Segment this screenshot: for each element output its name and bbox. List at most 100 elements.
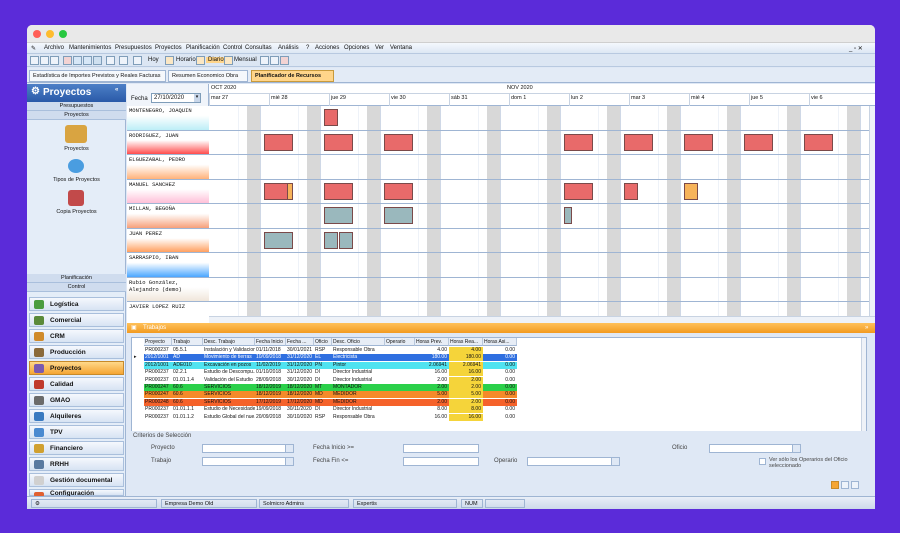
scheduler-hscroll[interactable]	[209, 316, 875, 323]
table-row[interactable]: PR000237 01.01.1.2 Estudio Global del nue.…	[144, 413, 517, 421]
trabajo-input[interactable]	[202, 457, 292, 466]
print-icon[interactable]	[106, 56, 115, 65]
menu-acciones[interactable]: Acciones	[315, 45, 339, 51]
trabajos-collapse-icon[interactable]: ▣	[131, 323, 137, 333]
resource-row[interactable]: SARRASPIO, IBAN	[127, 253, 209, 278]
delete-icon[interactable]	[63, 56, 72, 65]
column-header[interactable]: Oficio	[314, 338, 332, 346]
settings-icon[interactable]	[270, 56, 279, 65]
schedule-event[interactable]	[324, 109, 338, 126]
schedule-event[interactable]	[384, 182, 413, 200]
column-header[interactable]: Desc. Trabajo	[203, 338, 255, 346]
tab-resumen-economico[interactable]: Resumen Economico Obra	[168, 70, 248, 82]
tab-estadistica[interactable]: Estadística de Importes Previstos y Real…	[29, 70, 166, 82]
menu-consultas[interactable]: Consultas	[245, 45, 272, 51]
minimize-window-button[interactable]	[46, 30, 54, 38]
schedule-event[interactable]	[384, 133, 413, 151]
module-produccion[interactable]: Producción	[29, 345, 124, 359]
resource-row[interactable]: Rubio González, Alejandro (demo)	[127, 277, 209, 302]
zoom-in-icon[interactable]	[119, 56, 128, 65]
tipos-proyectos-icon[interactable]	[68, 159, 84, 173]
table-row[interactable]: PR000247 60.6 SERVICIOS 18/12/2019 18/12/202…	[144, 384, 517, 391]
operario-search-icon[interactable]	[611, 457, 620, 466]
column-header[interactable]: Trabajo	[172, 338, 203, 346]
menu-planificacion[interactable]: Planificación	[186, 45, 220, 51]
table-row[interactable]: 2012/1001 AD Movimiento de tierras 10/09/20…	[144, 354, 517, 362]
module-rrhh[interactable]: RRHH	[29, 457, 124, 471]
menu-proyectos[interactable]: Proyectos	[155, 45, 182, 51]
menu-presupuestos[interactable]: Presupuestos	[115, 45, 152, 51]
module-gestion-documental[interactable]: Gestión documental	[29, 473, 124, 487]
module-comercial[interactable]: Comercial	[29, 313, 124, 327]
schedule-event[interactable]	[324, 207, 353, 224]
table-row[interactable]: PR000237 02.2.1 Estudio de Descompu... 01/1…	[144, 369, 517, 377]
module-financiero[interactable]: Financiero	[29, 441, 124, 455]
schedule-event[interactable]	[624, 133, 653, 151]
undo-icon[interactable]	[83, 56, 92, 65]
proyecto-input[interactable]	[202, 444, 292, 453]
view-day-icon[interactable]	[30, 56, 39, 65]
resource-row[interactable]: MANUEL SANCHEZ	[127, 179, 209, 204]
column-header[interactable]: Desc. Oficio	[332, 338, 385, 346]
table-row[interactable]: PR000237 01.01.1.4 Validación del Estudio 2…	[144, 376, 517, 384]
schedule-event[interactable]	[324, 133, 353, 151]
schedule-event[interactable]	[684, 182, 698, 200]
schedule-grid[interactable]	[209, 106, 869, 316]
column-header[interactable]: Fecha Inicio	[255, 338, 286, 346]
ver-oficio-checkbox[interactable]	[759, 458, 766, 465]
arrow-icon[interactable]	[260, 56, 269, 65]
menu-ver[interactable]: Ver	[375, 45, 384, 51]
menu-ventana[interactable]: Ventana	[390, 45, 412, 51]
module-crm[interactable]: CRM	[29, 329, 124, 343]
module-gmao[interactable]: GMAO	[29, 393, 124, 407]
menu-control[interactable]: Control	[223, 45, 242, 51]
sidebar-group-planificacion[interactable]: Planificación	[27, 274, 126, 283]
table-row[interactable]: PR000247 60.6 SERVICIOS 18/12/2019 18/12/202…	[144, 391, 517, 399]
table-row[interactable]: PR000237 05.5.1 Instalación y Validacion 01…	[144, 347, 517, 354]
schedule-event[interactable]	[684, 133, 713, 151]
module-calidad[interactable]: Calidad	[29, 377, 124, 391]
module-configuracion[interactable]: Configuración	[29, 489, 124, 497]
resource-row[interactable]: RODRIGUEZ, JUAN	[127, 130, 209, 155]
schedule-event[interactable]	[564, 133, 593, 151]
column-header[interactable]: Horas Asi...	[483, 338, 517, 346]
column-header[interactable]: Fecha ...	[286, 338, 314, 346]
schedule-event[interactable]	[339, 231, 353, 249]
sidebar-item-copia-proyectos[interactable]: Copia Proyectos	[27, 209, 126, 215]
refresh-icon[interactable]	[73, 56, 82, 65]
table-row[interactable]: 2012/1001 ADE010 Excavación en pozos 11/02/…	[144, 361, 517, 369]
operario-input[interactable]	[527, 457, 617, 466]
alert-icon[interactable]	[280, 56, 289, 65]
sidebar-item-proyectos[interactable]: Proyectos	[27, 146, 126, 152]
options-icon[interactable]	[851, 481, 859, 489]
filter-icon[interactable]	[831, 481, 839, 489]
schedule-event[interactable]	[264, 133, 293, 151]
oficio-input[interactable]	[709, 444, 799, 453]
close-window-button[interactable]	[33, 30, 41, 38]
horario-button[interactable]: Horario	[176, 57, 196, 63]
sidebar-group-presupuestos[interactable]: Presupuestos	[27, 102, 126, 111]
schedule-event[interactable]	[564, 182, 593, 200]
copia-proyectos-icon[interactable]	[68, 190, 84, 206]
resource-row[interactable]: JUAN PEREZ	[127, 228, 209, 253]
menu-help[interactable]: ?	[306, 45, 309, 51]
proyectos-item-icon[interactable]	[65, 125, 87, 143]
resource-row[interactable]: MILLAN, BEGOÑA	[127, 204, 209, 229]
window-controls-icon[interactable]: _ ▫ ✕	[849, 45, 863, 52]
module-alquileres[interactable]: Alquileres	[29, 409, 124, 423]
tab-planificador-recursos[interactable]: Planificador de Recursos	[251, 70, 334, 82]
fecha-fin-input[interactable]	[403, 457, 479, 466]
column-header[interactable]: Operario	[385, 338, 415, 346]
table-row[interactable]: PR000237 01.01.1.1 Estudio de Necesidades 1…	[144, 406, 517, 414]
resource-row[interactable]: ELGUEZABAL, PEDRO	[127, 155, 209, 180]
trabajo-search-icon[interactable]	[285, 457, 294, 466]
sidebar-item-tipos-proyectos[interactable]: Tipos de Proyectos	[27, 177, 126, 183]
sidebar-group-control[interactable]: Control	[27, 283, 126, 292]
menu-mantenimientos[interactable]: Mantenimientos	[69, 45, 111, 51]
diario-button[interactable]: Diario	[206, 57, 226, 63]
module-logistica[interactable]: Logística	[29, 297, 124, 311]
proyecto-search-icon[interactable]	[285, 444, 294, 453]
table-vscroll[interactable]	[861, 338, 866, 431]
menu-analisis[interactable]: Análisis	[278, 45, 299, 51]
export-icon[interactable]	[841, 481, 849, 489]
